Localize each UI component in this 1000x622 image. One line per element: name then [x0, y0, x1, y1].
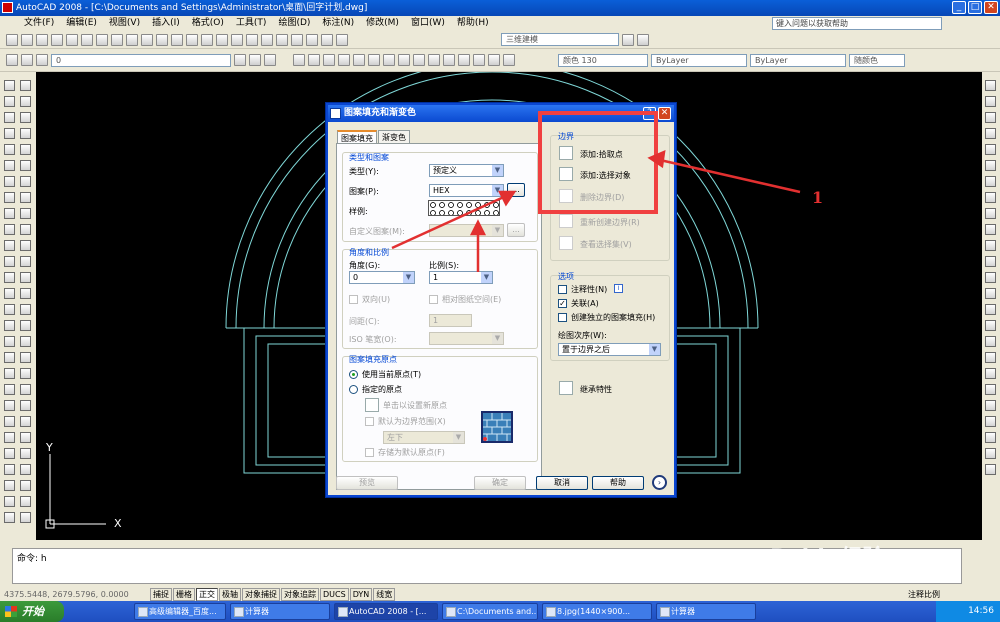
system-tray: 14:56 [936, 601, 1000, 622]
status-bar: 4375.5448, 2679.5796, 0.0000 捕捉 栅格 正交 极轴… [0, 588, 1000, 601]
grid-toggle[interactable]: 栅格 [173, 588, 195, 601]
snap-toggle[interactable]: 捕捉 [150, 588, 172, 601]
arrowhead-scale [469, 219, 487, 236]
taskbar-item-autocad[interactable]: AutoCAD 2008 - [... [334, 603, 438, 620]
watermark-url: jingyan.baidu.com [818, 568, 911, 579]
autocad-window: AutoCAD 2008 - [C:\Documents and Setting… [0, 0, 1000, 622]
windows-flag-icon [5, 606, 17, 617]
start-button[interactable]: 开始 [0, 601, 64, 622]
arrow-to-swatch [391, 194, 507, 250]
taskbar-item-calculator[interactable]: 计算器 [230, 603, 330, 620]
callout-number: 1 [812, 188, 824, 207]
arrow-to-pick-point [659, 158, 801, 194]
ducs-toggle[interactable]: DUCS [320, 588, 349, 601]
arrowhead-pick-point [647, 149, 666, 169]
clock: 14:56 [968, 606, 994, 616]
windows-taskbar: 开始 高级编辑器_百度... 计算器 AutoCAD 2008 - [... C… [0, 601, 1000, 622]
dyn-toggle[interactable]: DYN [349, 588, 373, 601]
taskbar-item-explorer[interactable]: C:\Documents and... [442, 603, 538, 620]
lineweight-toggle[interactable]: 线宽 [373, 588, 396, 601]
annotation-arrows [391, 149, 801, 272]
ortho-toggle[interactable]: 正交 [196, 588, 218, 601]
taskbar-item-image[interactable]: 8.jpg(1440×900... [542, 603, 652, 620]
annotation-scale-label[interactable]: 注释比例 [908, 589, 940, 600]
command-text: 命令: h [17, 554, 47, 564]
polar-toggle[interactable]: 极轴 [219, 588, 241, 601]
osnap-toggle[interactable]: 对象捕捉 [242, 588, 280, 601]
taskbar-item-editor[interactable]: 高级编辑器_百度... [134, 603, 226, 620]
coordinates-readout: 4375.5448, 2679.5796, 0.0000 [4, 590, 129, 599]
otrack-toggle[interactable]: 对象追踪 [281, 588, 319, 601]
start-label: 开始 [22, 605, 44, 618]
arrowhead-swatch [497, 190, 517, 207]
taskbar-item-calculator-2[interactable]: 计算器 [656, 603, 756, 620]
